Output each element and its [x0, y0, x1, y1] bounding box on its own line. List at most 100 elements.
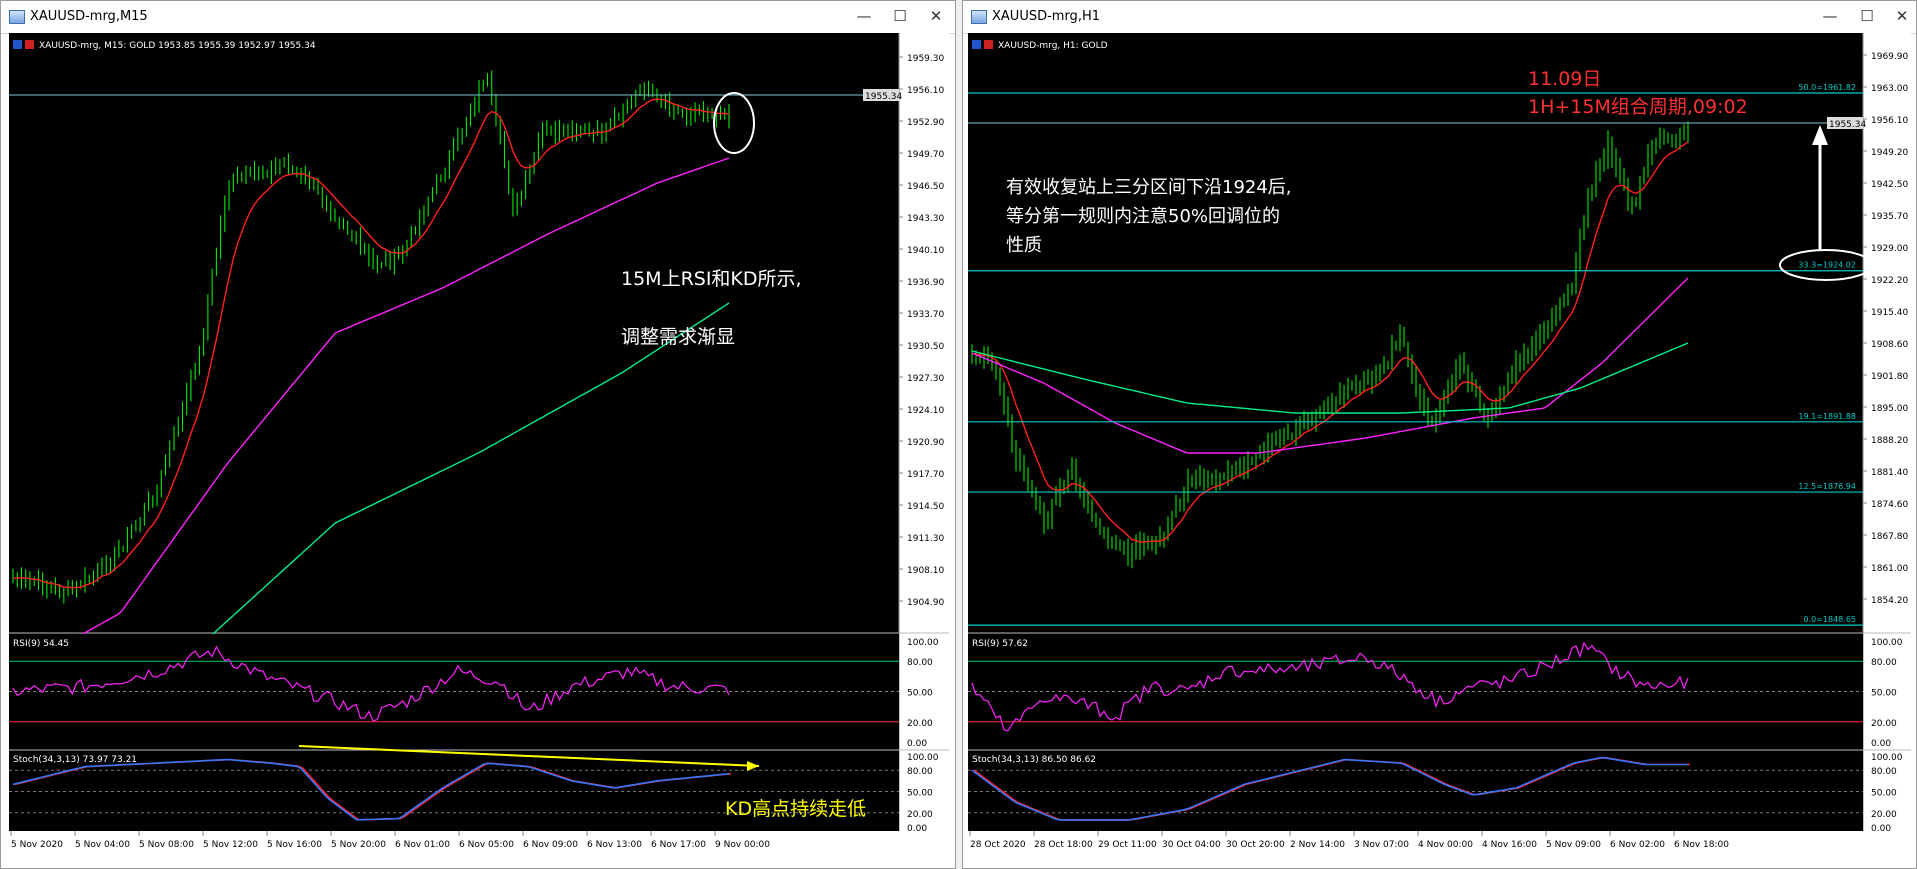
minimize-icon[interactable]: — [1813, 5, 1847, 27]
price-axis-label: 1908.10 [907, 566, 944, 576]
current-price-label: 1955.34 [1829, 120, 1866, 130]
time-axis-label: 6 Nov 01:00 [395, 840, 450, 850]
annotation-text: 性质 [1006, 235, 1042, 256]
rsi-axis-label: 80.00 [1871, 658, 1897, 668]
time-axis-label: 6 Nov 09:00 [523, 840, 578, 850]
price-axis-label: 1936.90 [907, 278, 944, 288]
price-axis-label: 1930.50 [907, 342, 944, 352]
price-axis-label: 1963.00 [1871, 84, 1908, 94]
rsi-label: RSI(9) 54.45 [13, 639, 69, 649]
window-title: XAUUSD-mrg,M15 [30, 9, 148, 24]
price-axis-label: 1952.90 [907, 118, 944, 128]
stoch-label: Stoch(34,3,13) 86.50 86.62 [972, 755, 1096, 765]
fib-level-label: 12.5=1876.94 [1798, 482, 1856, 491]
time-axis-label: 28 Oct 2020 [970, 840, 1026, 850]
chart-window-h1[interactable]: XAUUSD-mrg,H1 — ☐ ✕ XAUUSD-mrg, H1: GOLD… [962, 0, 1917, 869]
rsi-label: RSI(9) 57.62 [972, 639, 1028, 649]
flag-icon [13, 40, 22, 49]
stoch-axis-label: 50.00 [907, 789, 933, 799]
stoch-axis-label: 80.00 [1871, 767, 1897, 777]
time-axis-label: 29 Oct 11:00 [1098, 840, 1157, 850]
price-axis-label: 1881.40 [1871, 468, 1908, 478]
price-axis-label: 1927.30 [907, 374, 944, 384]
stoch-axis-label: 20.00 [1871, 810, 1897, 820]
time-axis-label: 5 Nov 09:00 [1546, 840, 1601, 850]
chart-window-m15[interactable]: XAUUSD-mrg,M15 — ☐ ✕ XAUUSD-mrg, M15: GO… [0, 0, 956, 869]
price-axis-label: 1969.90 [1871, 52, 1908, 62]
annotation-text-kd: KD高点持续走低 [725, 798, 866, 820]
window-title: XAUUSD-mrg,H1 [992, 9, 1100, 24]
rsi-axis-label: 50.00 [1871, 689, 1897, 699]
annotation-text: 调整需求渐显 [621, 326, 735, 348]
annotation-date: 11.09日 [1528, 68, 1601, 90]
price-axis-label: 1915.40 [1871, 308, 1908, 318]
price-axis-label: 1935.70 [1871, 212, 1908, 222]
time-axis-label: 4 Nov 16:00 [1482, 840, 1537, 850]
price-axis-label: 1956.10 [907, 86, 944, 96]
price-axis-label: 1949.70 [907, 150, 944, 160]
price-axis-label: 1949.20 [1871, 148, 1908, 158]
fib-level-label: 33.3=1924.02 [1798, 261, 1856, 270]
time-axis-label: 6 Nov 17:00 [651, 840, 706, 850]
flag-icon [984, 40, 993, 49]
window-titlebar[interactable]: XAUUSD-mrg,M15 — ☐ ✕ [1, 1, 955, 34]
time-axis-label: 30 Oct 04:00 [1162, 840, 1221, 850]
current-price-label: 1955.34 [865, 92, 902, 102]
price-axis-label: 1911.30 [907, 534, 944, 544]
price-axis-label: 1929.00 [1871, 244, 1908, 254]
stoch-axis-label: 100.00 [907, 753, 939, 763]
price-axis-label: 1917.70 [907, 470, 944, 480]
price-axis-label: 1959.30 [907, 54, 944, 64]
stoch-label: Stoch(34,3,13) 73.97 73.21 [13, 755, 137, 765]
rsi-axis-label: 100.00 [1871, 638, 1903, 648]
price-axis-label: 1854.20 [1871, 596, 1908, 606]
time-axis-label: 6 Nov 13:00 [587, 840, 642, 850]
price-axis-label: 1867.80 [1871, 532, 1908, 542]
maximize-icon[interactable]: ☐ [883, 5, 917, 27]
time-axis-label: 5 Nov 20:00 [331, 840, 386, 850]
chart-window-icon [9, 10, 25, 24]
price-axis-label: 1940.10 [907, 246, 944, 256]
rsi-axis-label: 20.00 [907, 719, 933, 729]
price-axis-label: 1933.70 [907, 310, 944, 320]
annotation-title: 1H+15M组合周期,09:02 [1528, 96, 1748, 118]
chart-header: XAUUSD-mrg, H1: GOLD [998, 41, 1108, 51]
price-axis-label: 1861.00 [1871, 564, 1908, 574]
price-axis-label: 1904.90 [907, 598, 944, 608]
time-axis-label: 28 Oct 18:00 [1034, 840, 1093, 850]
stoch-axis-label: 0.00 [907, 824, 927, 834]
flag-icon [25, 40, 34, 49]
minimize-icon[interactable]: — [847, 5, 881, 27]
stoch-axis-label: 0.00 [1871, 824, 1891, 834]
rsi-axis-label: 0.00 [1871, 739, 1891, 749]
price-axis-label: 1942.50 [1871, 180, 1908, 190]
time-axis-label: 9 Nov 00:00 [715, 840, 770, 850]
time-axis-label: 5 Nov 16:00 [267, 840, 322, 850]
maximize-icon[interactable]: ☐ [1850, 5, 1884, 27]
fib-level-label: 19.1=1891.88 [1798, 412, 1856, 421]
price-axis-label: 1908.60 [1871, 340, 1908, 350]
close-icon[interactable]: ✕ [1885, 5, 1917, 27]
window-titlebar[interactable]: XAUUSD-mrg,H1 — ☐ ✕ [963, 1, 1916, 34]
time-axis-label: 5 Nov 08:00 [139, 840, 194, 850]
m15-chart-svg: XAUUSD-mrg, M15: GOLD 1953.85 1955.39 19… [9, 33, 949, 863]
chart-canvas[interactable]: XAUUSD-mrg, H1: GOLD 1969.90 1963.00 1956.1… [968, 33, 1911, 863]
price-axis-label: 1888.20 [1871, 436, 1908, 446]
chart-header: XAUUSD-mrg, M15: GOLD 1953.85 1955.39 19… [39, 41, 316, 51]
annotation-text: 有效收复站上三分区间下沿1924后, [1006, 177, 1292, 198]
price-axis-label: 1895.00 [1871, 404, 1908, 414]
fib-level-label: 0.0=1848.65 [1803, 615, 1856, 624]
price-axis-label: 1922.20 [1871, 276, 1908, 286]
fib-level-label: 50.0=1961.82 [1798, 83, 1856, 92]
time-axis-label: 6 Nov 05:00 [459, 840, 514, 850]
price-axis-label: 1874.60 [1871, 500, 1908, 510]
stoch-axis-label: 50.00 [1871, 789, 1897, 799]
rsi-axis-label: 50.00 [907, 689, 933, 699]
time-axis-label: 6 Nov 02:00 [1610, 840, 1665, 850]
price-axis-label: 1901.80 [1871, 372, 1908, 382]
rsi-axis-label: 100.00 [907, 638, 939, 648]
chart-canvas[interactable]: XAUUSD-mrg, M15: GOLD 1953.85 1955.39 19… [9, 33, 949, 863]
price-axis-label: 1924.10 [907, 406, 944, 416]
rsi-axis-label: 80.00 [907, 658, 933, 668]
close-icon[interactable]: ✕ [919, 5, 953, 27]
